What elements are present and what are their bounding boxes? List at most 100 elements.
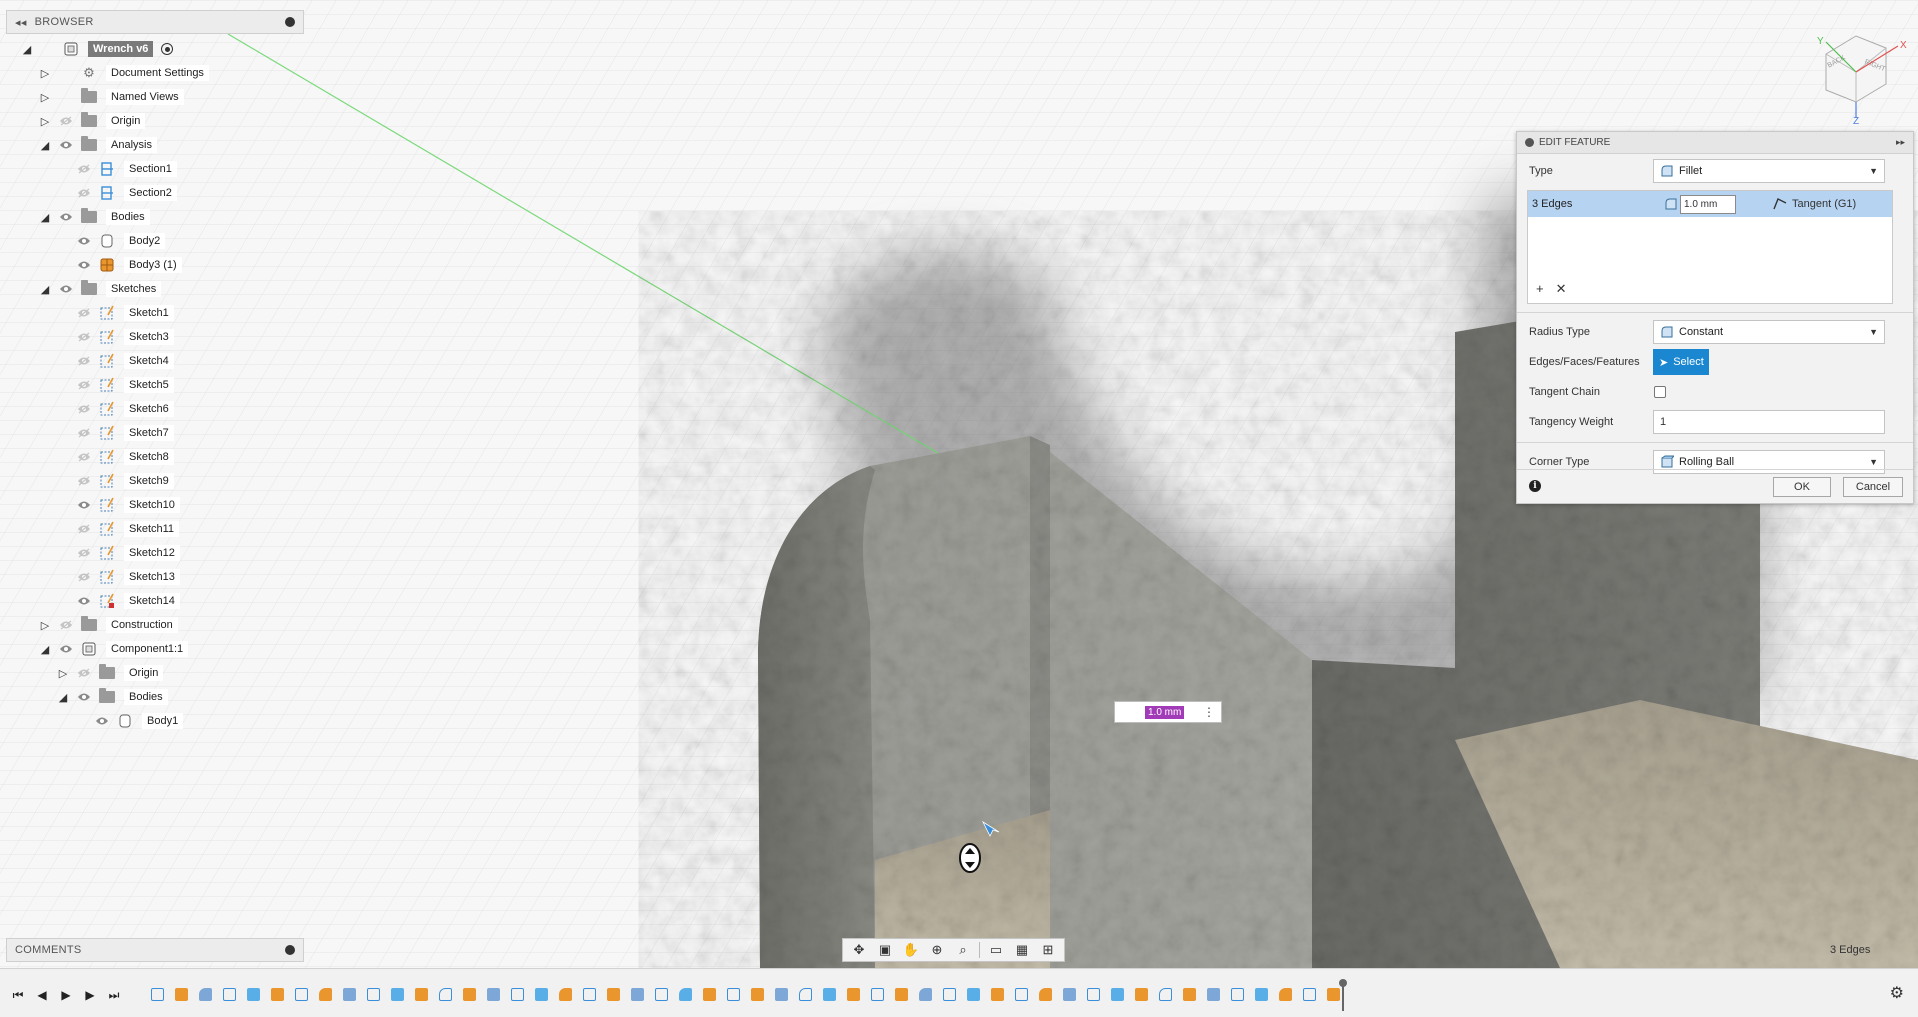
orbit-icon[interactable]: ✥ xyxy=(847,940,871,960)
browser-tree-item[interactable]: Sketch7 xyxy=(56,422,174,444)
eye-hidden-icon[interactable] xyxy=(58,114,74,128)
collapsed-caret-icon[interactable]: ▷ xyxy=(38,90,52,104)
eye-icon[interactable] xyxy=(58,642,74,656)
eye-icon[interactable] xyxy=(76,498,92,512)
browser-tree-item[interactable]: Body2 xyxy=(56,230,166,252)
fillet-feature-icon[interactable] xyxy=(1057,983,1081,1005)
add-comment-icon[interactable] xyxy=(285,945,295,955)
browser-tree-item[interactable]: ▷ Named Views xyxy=(38,86,184,108)
component-feature-icon[interactable] xyxy=(937,983,961,1005)
type-select[interactable]: Fillet ▼ xyxy=(1653,159,1885,183)
browser-tree-item[interactable]: ▷ Construction xyxy=(38,614,178,636)
eye-icon[interactable] xyxy=(58,138,74,152)
sketch-feature-icon[interactable] xyxy=(145,983,169,1005)
activate-radio-icon[interactable] xyxy=(161,43,174,55)
browser-tree-item[interactable]: Sketch12 xyxy=(56,542,180,564)
component-feature-icon[interactable] xyxy=(1225,983,1249,1005)
collapsed-caret-icon[interactable]: ▷ xyxy=(38,66,52,80)
browser-tree-item[interactable]: Section2 xyxy=(56,182,177,204)
browser-tree-item[interactable]: ◢ Wrench v6 xyxy=(20,38,174,60)
extrude-feature-icon[interactable] xyxy=(601,983,625,1005)
eye-hidden-icon[interactable] xyxy=(76,570,92,584)
browser-tree-item[interactable]: ◢ Analysis xyxy=(38,134,157,156)
expanded-caret-icon[interactable]: ◢ xyxy=(38,138,52,152)
eye-hidden-icon[interactable] xyxy=(76,474,92,488)
gear-icon[interactable]: ⚙ xyxy=(1890,983,1904,1003)
fillet-radius-manipulator[interactable]: 1.0 mm ⋮ xyxy=(1114,701,1222,723)
extrude-feature-icon[interactable] xyxy=(457,983,481,1005)
pan-icon[interactable]: ✋ xyxy=(899,940,923,960)
browser-tree-item[interactable]: Sketch3 xyxy=(56,326,174,348)
eye-hidden-icon[interactable] xyxy=(76,330,92,344)
go-to-end-icon[interactable]: ⏭ xyxy=(102,983,126,1007)
sketch-feature-icon[interactable] xyxy=(721,983,745,1005)
browser-tree-item[interactable]: ◢ Sketches xyxy=(38,278,162,300)
eye-icon[interactable] xyxy=(76,258,92,272)
component-feature-icon[interactable] xyxy=(793,983,817,1005)
section-feature-icon[interactable] xyxy=(1105,983,1129,1005)
ok-button[interactable]: OK xyxy=(1773,477,1831,497)
zoom-icon[interactable]: ⊕ xyxy=(925,940,949,960)
continuity-select[interactable]: Tangent (G1) xyxy=(1772,197,1856,211)
collapsed-caret-icon[interactable]: ▷ xyxy=(56,666,70,680)
tangent-chain-checkbox[interactable] xyxy=(1654,386,1666,398)
extrude-feature-icon[interactable] xyxy=(1177,983,1201,1005)
expanded-caret-icon[interactable]: ◢ xyxy=(20,42,34,56)
browser-tree-item[interactable]: Sketch6 xyxy=(56,398,174,420)
fillet-feature-icon[interactable] xyxy=(1201,983,1225,1005)
dialog-minimize-icon[interactable] xyxy=(1525,138,1534,147)
component-feature-icon[interactable] xyxy=(649,983,673,1005)
remove-edge-set-icon[interactable]: ✕ xyxy=(1556,281,1567,297)
browser-tree-item[interactable]: Body3 (1) xyxy=(56,254,182,276)
browser-tree-item[interactable]: ◢ Bodies xyxy=(56,686,168,708)
browser-tree-item[interactable]: Sketch14 xyxy=(56,590,180,612)
sketch-feature-icon[interactable] xyxy=(1153,983,1177,1005)
viewports-icon[interactable]: ⊞ xyxy=(1036,940,1060,960)
radius-type-select[interactable]: Constant ▼ xyxy=(1653,320,1885,344)
eye-icon[interactable] xyxy=(76,594,92,608)
browser-tree-item[interactable]: ▷ Origin xyxy=(38,110,146,132)
section-feature-icon[interactable] xyxy=(673,983,697,1005)
fillet-feature-icon[interactable] xyxy=(625,983,649,1005)
browser-tree-item[interactable]: Sketch13 xyxy=(56,566,180,588)
body-feature-icon[interactable] xyxy=(697,983,721,1005)
body-feature-icon[interactable] xyxy=(985,983,1009,1005)
extrude-feature-icon[interactable] xyxy=(313,983,337,1005)
cancel-button[interactable]: Cancel xyxy=(1843,477,1903,497)
component-feature-icon[interactable] xyxy=(1081,983,1105,1005)
eye-hidden-icon[interactable] xyxy=(58,618,74,632)
viewcube[interactable]: BACK RIGHT X Y Z xyxy=(1806,24,1914,124)
expanded-caret-icon[interactable]: ◢ xyxy=(38,642,52,656)
sketch-feature-icon[interactable] xyxy=(433,983,457,1005)
dialog-header[interactable]: EDIT FEATURE ▸▸ xyxy=(1517,132,1913,154)
section-feature-icon[interactable] xyxy=(529,983,553,1005)
body-feature-icon[interactable] xyxy=(265,983,289,1005)
browser-tree-item[interactable]: Body1 xyxy=(74,710,184,732)
section-feature-icon[interactable] xyxy=(1249,983,1273,1005)
body-feature-icon[interactable] xyxy=(1129,983,1153,1005)
extrude-feature-icon[interactable] xyxy=(745,983,769,1005)
browser-tree-item[interactable]: Sketch4 xyxy=(56,350,174,372)
body-feature-icon[interactable] xyxy=(1273,983,1297,1005)
sketch-feature-icon[interactable] xyxy=(1297,983,1321,1005)
eye-icon[interactable] xyxy=(58,282,74,296)
expanded-caret-icon[interactable]: ◢ xyxy=(38,282,52,296)
eye-icon[interactable] xyxy=(58,210,74,224)
expand-dialog-icon[interactable]: ▸▸ xyxy=(1896,137,1905,148)
section-feature-icon[interactable] xyxy=(241,983,265,1005)
look-at-icon[interactable]: ▣ xyxy=(873,940,897,960)
section-feature-icon[interactable] xyxy=(817,983,841,1005)
browser-tree-item[interactable]: ▷ ⚙ Document Settings xyxy=(38,62,209,84)
fillet-feature-icon[interactable] xyxy=(769,983,793,1005)
eye-hidden-icon[interactable] xyxy=(76,306,92,320)
eye-icon[interactable] xyxy=(94,714,110,728)
component-feature-icon[interactable] xyxy=(361,983,385,1005)
browser-tree-item[interactable]: Sketch11 xyxy=(56,518,180,540)
fillet-feature-icon[interactable] xyxy=(337,983,361,1005)
eye-hidden-icon[interactable] xyxy=(76,354,92,368)
fillet-feature-icon[interactable] xyxy=(913,983,937,1005)
browser-tree-item[interactable]: Sketch10 xyxy=(56,494,180,516)
fillet-radius-value[interactable]: 1.0 mm xyxy=(1145,705,1185,719)
add-edge-set-icon[interactable]: + xyxy=(1536,281,1544,297)
eye-icon[interactable] xyxy=(76,234,92,248)
